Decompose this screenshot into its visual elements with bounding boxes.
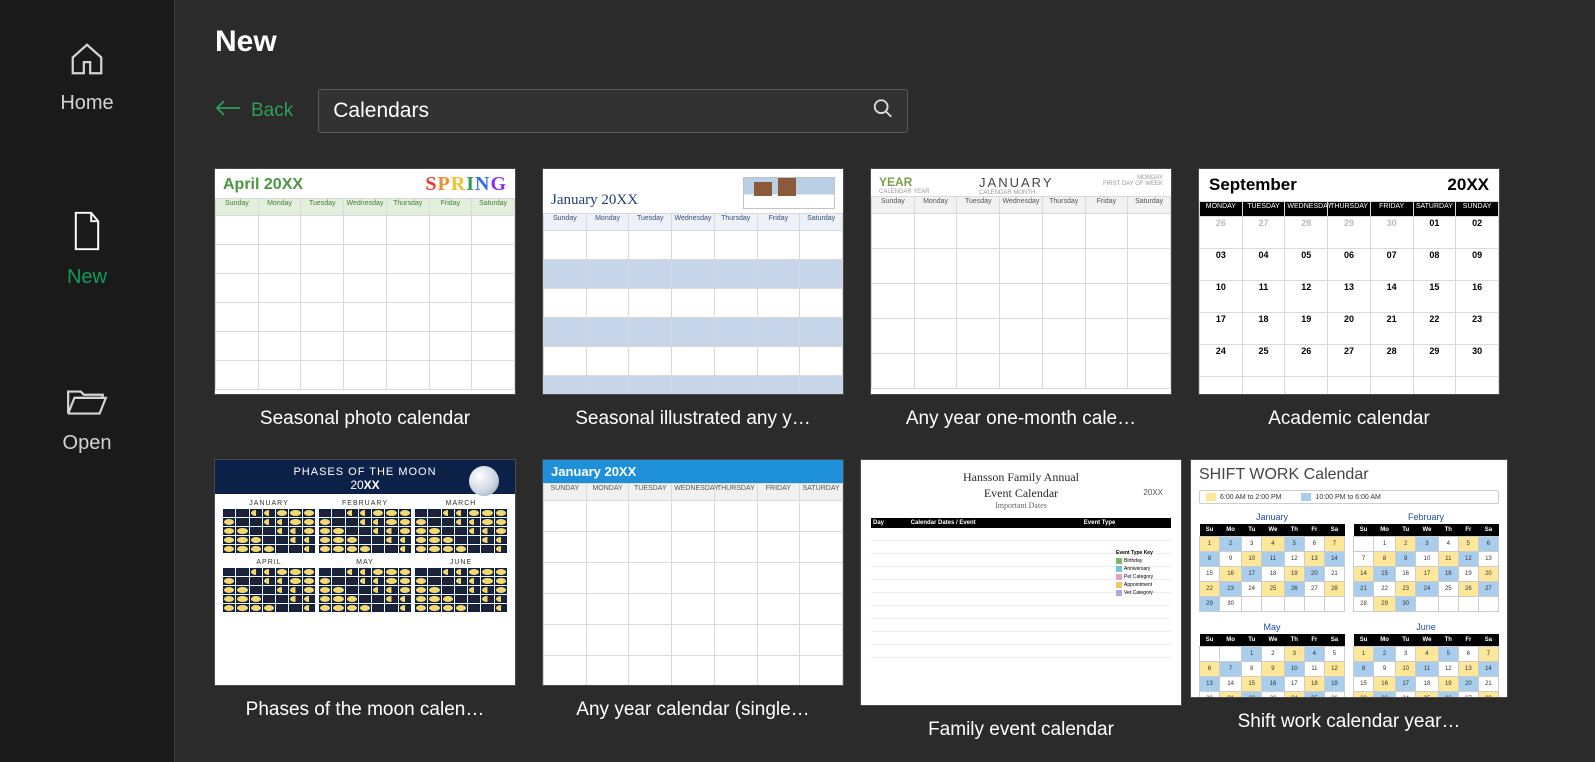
main-panel: New Back — [175, 0, 1595, 762]
open-folder-icon — [65, 384, 109, 418]
sidebar-item-home[interactable]: Home — [60, 40, 113, 115]
back-arrow-icon — [215, 99, 241, 123]
search-field-wrap — [318, 89, 908, 133]
template-caption: Any year one-month cale… — [906, 408, 1136, 430]
new-document-icon — [70, 210, 104, 252]
template-thumbnail: September 20XX MONDAYTUESDAYWEDNESDAYTHU… — [1199, 169, 1499, 394]
sidebar-item-label: Home — [60, 92, 113, 115]
home-icon — [67, 40, 107, 78]
template-card-academic[interactable]: September 20XX MONDAYTUESDAYWEDNESDAYTHU… — [1199, 169, 1499, 430]
template-caption: Shift work calendar year… — [1238, 711, 1461, 733]
template-card-seasonal-photo[interactable]: April 20XX SPRING SundayMondayTuesdayWed… — [215, 169, 515, 430]
sidebar-item-label: New — [67, 266, 107, 289]
app-root: Home New Open New — [0, 0, 1595, 762]
template-card-family-event[interactable]: Hansson Family AnnualEvent Calendar Impo… — [871, 460, 1171, 741]
template-caption: Seasonal illustrated any y… — [575, 408, 811, 430]
template-caption: Phases of the moon calen… — [246, 699, 485, 721]
template-thumbnail: PHASES OF THE MOON 20XX JANUARYFEBRUARYM… — [215, 460, 515, 685]
template-thumbnail: SHIFT WORK Calendar 6:00 AM to 2:00 PM10… — [1191, 460, 1507, 697]
back-label: Back — [251, 100, 293, 122]
template-caption: Academic calendar — [1268, 408, 1430, 430]
template-thumbnail: January 20XX SUNDAYMONDAYTUESDAYWEDNESDA… — [543, 460, 843, 685]
template-card-seasonal-illustrated[interactable]: January 20XX SundayMondayTuesdayWednesda… — [543, 169, 843, 430]
template-thumbnail: January 20XX SundayMondayTuesdayWednesda… — [543, 169, 843, 394]
sidebar-item-open[interactable]: Open — [63, 384, 112, 455]
spring-banner: SPRING — [425, 173, 507, 196]
toolbar: Back — [215, 89, 1555, 133]
template-card-any-year-one-month[interactable]: YEARCALENDAR YEAR JANUARYCALENDAR MONTH … — [871, 169, 1171, 430]
template-card-moon-phases[interactable]: PHASES OF THE MOON 20XX JANUARYFEBRUARYM… — [215, 460, 515, 741]
template-grid: April 20XX SPRING SundayMondayTuesdayWed… — [215, 169, 1555, 741]
template-caption: Any year calendar (single… — [576, 699, 809, 721]
back-button[interactable]: Back — [215, 99, 293, 123]
template-thumbnail: April 20XX SPRING SundayMondayTuesdayWed… — [215, 169, 515, 394]
sidebar-item-new[interactable]: New — [67, 210, 107, 289]
page-title: New — [215, 25, 1555, 59]
search-input[interactable] — [318, 89, 908, 133]
illustration-icon — [743, 177, 835, 209]
sidebar: Home New Open — [0, 0, 175, 762]
template-caption: Family event calendar — [928, 719, 1114, 741]
sidebar-item-label: Open — [63, 432, 112, 455]
template-card-shift-work[interactable]: SHIFT WORK Calendar 6:00 AM to 2:00 PM10… — [1199, 460, 1499, 741]
template-thumbnail: YEARCALENDAR YEAR JANUARYCALENDAR MONTH … — [871, 169, 1171, 394]
search-icon[interactable] — [872, 98, 894, 125]
template-caption: Seasonal photo calendar — [260, 408, 470, 430]
template-card-any-year-single-month[interactable]: January 20XX SUNDAYMONDAYTUESDAYWEDNESDA… — [543, 460, 843, 741]
template-thumbnail: Hansson Family AnnualEvent Calendar Impo… — [861, 460, 1181, 705]
